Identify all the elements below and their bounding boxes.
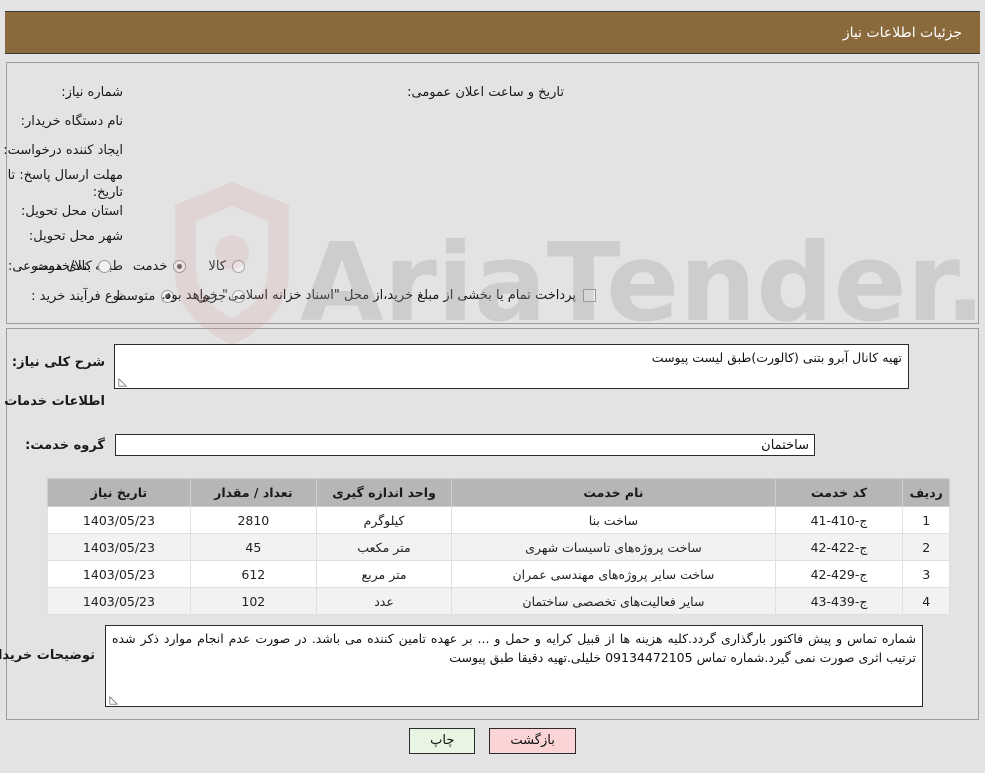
back-button[interactable]: بازگشت	[489, 728, 576, 754]
requester-row: ایجاد کننده درخواست:	[3, 138, 123, 162]
page-root: AriaTender.net جزئیات اطلاعات نیاز شماره…	[0, 0, 985, 773]
page-header-bar: جزئیات اطلاعات نیاز	[5, 11, 980, 54]
category-option-label: کالا	[208, 258, 226, 274]
resize-grip-icon[interactable]: ◺	[108, 694, 118, 705]
cell-name: سایر فعالیت‌های تخصصی ساختمان	[451, 587, 776, 615]
cell-name: ساخت پروژه‌های تاسیسات شهری	[451, 533, 776, 561]
th-name: نام خدمت	[451, 478, 776, 507]
category-option-kala[interactable]: کالا	[208, 259, 245, 274]
buyer-notes-label: توضیحات خریدار:	[0, 648, 95, 663]
th-code: کد خدمت	[774, 478, 904, 507]
requester-label: ایجاد کننده درخواست:	[3, 142, 123, 158]
services-table: ردیف کد خدمت نام خدمت واحد اندازه گیری ت…	[47, 478, 950, 615]
category-option-kala-khedmat[interactable]: کالا/خدمت	[35, 259, 111, 274]
need-summary-textarea[interactable]: تهیه کانال آبرو بتنی (کالورت)طبق لیست پی…	[114, 344, 909, 389]
cell-unit: متر مکعب	[315, 533, 453, 561]
radio-icon[interactable]	[97, 259, 111, 273]
th-row: ردیف	[902, 478, 950, 507]
page-title: جزئیات اطلاعات نیاز	[842, 24, 962, 41]
cell-row: 1	[902, 506, 950, 534]
table-row: 1 ج-410-41 ساخت بنا کیلوگرم 2810 1403/05…	[47, 506, 950, 534]
cell-date: 1403/05/23	[47, 506, 191, 534]
cell-row: 4	[902, 587, 950, 615]
cell-name: ساخت بنا	[451, 506, 776, 534]
cell-unit: عدد	[315, 587, 453, 615]
cell-row: 3	[902, 560, 950, 588]
treasury-checkbox[interactable]	[583, 289, 596, 302]
cell-code: ج-422-42	[774, 533, 904, 561]
cell-code: ج-410-41	[774, 506, 904, 534]
delivery-province-row: استان محل تحویل:	[21, 199, 123, 223]
services-section-title: اطلاعات خدمات مورد نیاز	[0, 394, 105, 409]
need-summary-label: شرح کلی نیاز:	[11, 355, 105, 370]
buyer-notes-value: شماره تماس و پیش فاکتور بارگذاری گردد.کل…	[112, 631, 916, 666]
public-announce-row: تاریخ و ساعت اعلان عمومی:	[407, 80, 564, 104]
table-row: 3 ج-429-42 ساخت سایر پروژه‌های مهندسی عم…	[47, 560, 950, 588]
treasury-checkbox-label: پرداخت تمام یا بخشی از مبلغ خرید،از محل …	[161, 288, 576, 303]
delivery-province-label: استان محل تحویل:	[21, 203, 123, 219]
category-option-khedmat[interactable]: خدمت	[133, 259, 187, 274]
treasury-checkbox-row[interactable]: پرداخت تمام یا بخشی از مبلغ خرید،از محل …	[161, 288, 596, 303]
radio-selected-icon[interactable]	[173, 259, 187, 273]
cell-qty: 45	[189, 533, 317, 561]
footer-buttons: بازگشت چاپ	[0, 728, 985, 754]
category-radio-group: کالا خدمت کالا/خدمت	[13, 254, 245, 278]
table-header-row: ردیف کد خدمت نام خدمت واحد اندازه گیری ت…	[47, 478, 950, 507]
th-date: تاریخ نیاز	[47, 478, 191, 507]
service-group-value: ساختمان	[115, 434, 815, 456]
th-qty: تعداد / مقدار	[189, 478, 317, 507]
print-button[interactable]: چاپ	[409, 728, 476, 754]
cell-name: ساخت سایر پروژه‌های مهندسی عمران	[451, 560, 776, 588]
process-option-label: متوسط	[114, 288, 156, 304]
cell-qty: 612	[189, 560, 317, 588]
services-table-wrap: ردیف کد خدمت نام خدمت واحد اندازه گیری ت…	[47, 478, 950, 615]
th-unit: واحد اندازه گیری	[315, 478, 453, 507]
cell-date: 1403/05/23	[47, 533, 191, 561]
service-group-label: گروه خدمت:	[25, 438, 105, 453]
delivery-city-row: شهر محل تحویل:	[29, 224, 123, 248]
buyer-org-row: نام دستگاه خریدار:	[21, 109, 123, 133]
resize-grip-icon[interactable]: ◺	[117, 376, 127, 387]
category-option-label: کالا/خدمت	[35, 258, 92, 274]
radio-icon[interactable]	[232, 259, 245, 273]
table-row: 2 ج-422-42 ساخت پروژه‌های تاسیسات شهری م…	[47, 533, 950, 561]
need-summary-value: تهیه کانال آبرو بتنی (کالورت)طبق لیست پی…	[651, 350, 902, 365]
cell-code: ج-439-43	[774, 587, 904, 615]
cell-date: 1403/05/23	[47, 587, 191, 615]
buyer-notes-textarea[interactable]: شماره تماس و پیش فاکتور بارگذاری گردد.کل…	[105, 625, 923, 707]
cell-qty: 102	[189, 587, 317, 615]
need-number-row: شماره نیاز:	[61, 80, 123, 104]
category-option-label: خدمت	[132, 258, 168, 274]
cell-unit: متر مربع	[315, 560, 453, 588]
public-announce-label: تاریخ و ساعت اعلان عمومی:	[407, 84, 564, 100]
buyer-org-label: نام دستگاه خریدار:	[20, 113, 123, 129]
cell-date: 1403/05/23	[47, 560, 191, 588]
need-number-label: شماره نیاز:	[61, 84, 123, 100]
table-row: 4 ج-439-43 سایر فعالیت‌های تخصصی ساختمان…	[47, 587, 950, 615]
delivery-city-label: شهر محل تحویل:	[28, 228, 123, 244]
cell-unit: کیلوگرم	[315, 506, 453, 534]
cell-row: 2	[902, 533, 950, 561]
cell-code: ج-429-42	[774, 560, 904, 588]
deadline-row: مهلت ارسال پاسخ: تا تاریخ:	[5, 167, 123, 203]
deadline-label: مهلت ارسال پاسخ: تا تاریخ:	[7, 168, 123, 200]
cell-qty: 2810	[189, 506, 317, 534]
